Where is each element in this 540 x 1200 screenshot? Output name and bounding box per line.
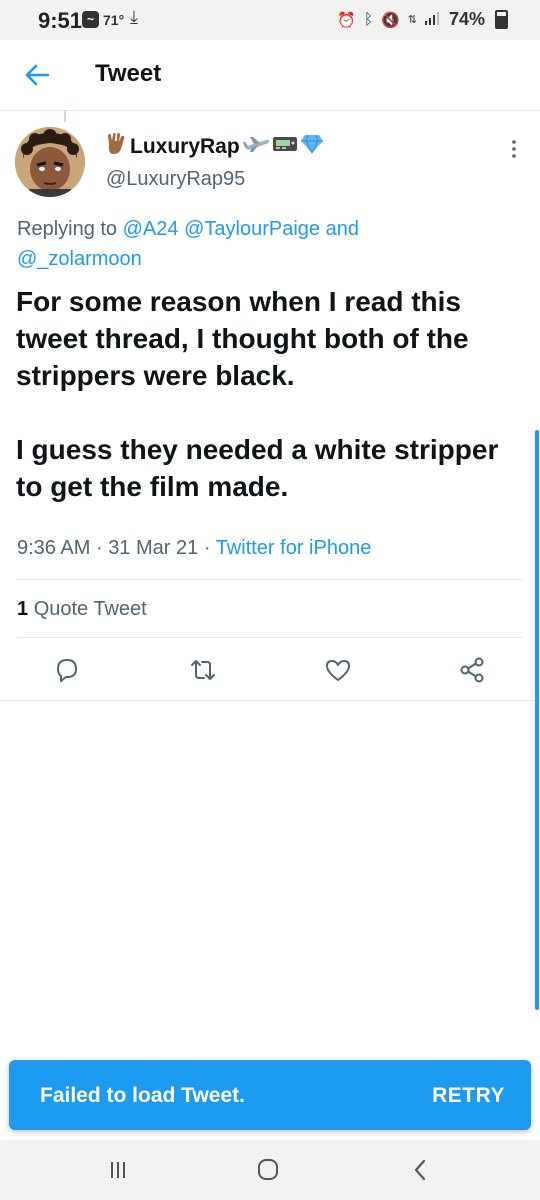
- like-icon[interactable]: [324, 656, 352, 684]
- page-title: Tweet: [95, 60, 162, 87]
- reply-icon[interactable]: [53, 656, 81, 684]
- tweet-paragraph: For some reason when I read this tweet t…: [16, 286, 469, 391]
- tweet-date[interactable]: 31 Mar 21: [108, 537, 198, 559]
- meta-separator: ·: [203, 537, 211, 559]
- thread-connector-line: [64, 110, 66, 122]
- toast-message: Failed to load Tweet.: [40, 1084, 245, 1107]
- meta-separator: ·: [95, 537, 103, 559]
- app-notification-icon: ~: [82, 11, 99, 28]
- quote-label: Quote Tweet: [33, 598, 147, 620]
- battery-icon: [495, 10, 508, 29]
- status-bar: 9:51 ~ 71° ⤓ ⏰ ᛒ 🔇 ⇅ 74%: [0, 0, 540, 40]
- divider: [0, 700, 540, 701]
- home-icon[interactable]: [248, 1152, 288, 1188]
- status-icons: ⏰ ᛒ 🔇 ⇅ 74%: [337, 9, 508, 30]
- data-icon: ⇅: [407, 14, 417, 26]
- quote-tweets-link[interactable]: 1 Quote Tweet: [17, 598, 147, 621]
- tweet-text: For some reason when I read this tweet t…: [16, 283, 526, 505]
- divider: [17, 637, 524, 638]
- tweet-time[interactable]: 9:36 AM: [17, 537, 90, 559]
- tweet-metadata: 9:36 AM · 31 Mar 21 · Twitter for iPhone: [17, 537, 371, 560]
- avatar-image: [15, 127, 85, 197]
- back-icon[interactable]: [400, 1152, 440, 1188]
- more-options-icon[interactable]: [506, 137, 522, 161]
- replying-to: Replying to @A24 @TaylourPaige and @_zol…: [17, 214, 517, 274]
- author-display-name: LuxuryRap: [130, 134, 240, 158]
- share-icon[interactable]: [458, 656, 486, 684]
- replying-to-label: Replying to: [17, 218, 118, 240]
- airplane-emoji: [242, 135, 270, 158]
- battery-percent: 74%: [448, 9, 485, 29]
- tweet-source-link[interactable]: Twitter for iPhone: [216, 537, 372, 559]
- signal-icon: [424, 11, 441, 29]
- vulcan-salute-emoji: [106, 133, 126, 160]
- mention-link[interactable]: @TaylourPaige: [184, 218, 320, 240]
- mention-conjunction[interactable]: and: [326, 218, 359, 240]
- download-icon: ⤓: [130, 7, 138, 27]
- mute-icon: 🔇: [381, 11, 400, 29]
- divider: [17, 579, 524, 580]
- retweet-icon[interactable]: [189, 656, 217, 684]
- back-arrow-icon[interactable]: [22, 60, 52, 90]
- recent-apps-icon[interactable]: [98, 1152, 138, 1188]
- scrollbar[interactable]: [535, 430, 539, 1010]
- top-app-bar: Tweet: [0, 40, 540, 111]
- quote-count: 1: [17, 598, 29, 620]
- retry-button[interactable]: RETRY: [432, 1084, 505, 1108]
- avatar[interactable]: [15, 127, 85, 197]
- status-time: 9:51: [38, 8, 83, 33]
- author-name-row[interactable]: LuxuryRap: [106, 133, 324, 160]
- alarm-icon: ⏰: [337, 11, 357, 29]
- mention-link[interactable]: @_zolarmoon: [17, 248, 142, 270]
- mention-link[interactable]: @A24: [123, 218, 179, 240]
- system-nav-bar: [0, 1140, 540, 1200]
- pager-emoji: [272, 135, 298, 158]
- bluetooth-icon: ᛒ: [364, 11, 374, 28]
- status-temperature: 71°: [103, 12, 125, 28]
- tweet-paragraph: I guess they needed a white stripper to …: [16, 434, 499, 502]
- error-toast: Failed to load Tweet. RETRY: [9, 1060, 531, 1130]
- author-handle[interactable]: @LuxuryRap95: [106, 168, 245, 191]
- gem-emoji: [300, 134, 324, 159]
